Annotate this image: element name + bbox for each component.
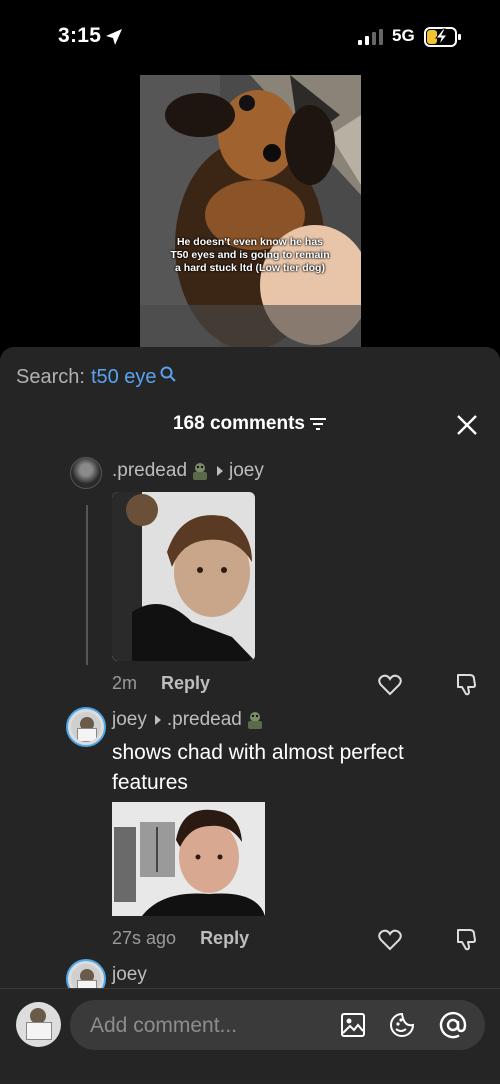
comments-count-header[interactable]: 168 comments [0,413,500,435]
author-name[interactable]: joey [112,709,147,731]
comment-image[interactable] [112,802,265,916]
bot-emoji-icon [193,463,208,480]
avatar-photo [71,712,101,742]
reply-to-name[interactable]: joey [229,460,264,482]
search-term[interactable]: t50 eye [91,366,157,389]
comment-image-photo [112,492,255,661]
avatar[interactable] [70,457,102,489]
comment-image-photo [112,802,265,916]
search-icon [160,366,176,382]
thumbs-down-icon[interactable] [454,672,478,696]
sort-filter-icon[interactable] [309,417,327,431]
reply-button[interactable]: Reply [200,928,249,949]
video-caption: He doesn't even know he has T50 eyes and… [170,236,330,274]
reply-button[interactable]: Reply [161,673,210,694]
image-icon[interactable] [340,1012,366,1038]
close-icon[interactable] [456,414,478,436]
bot-emoji-icon [247,712,262,729]
comment-image[interactable] [112,492,255,661]
video-frame [140,75,361,347]
reply-caret-icon [154,715,161,725]
comment-composer-bar: Add comment... [0,988,500,1084]
status-bar: 3:15 5G [0,0,500,74]
heart-icon[interactable] [378,674,402,696]
thumbs-down-icon[interactable] [454,927,478,951]
author-name[interactable]: joey [112,964,147,986]
comment-time: 27s ago [112,928,177,948]
comment-time: 2m [112,673,138,693]
comment-meta: 27s ago Reply [112,928,249,949]
video-preview[interactable]: He doesn't even know he has T50 eyes and… [140,75,361,347]
search-label: Search: [16,366,85,388]
thread-line [86,505,88,665]
comment-author-row: joey [112,964,147,986]
status-time: 3:15 [58,24,102,47]
comment-input[interactable]: Add comment... [70,1000,485,1050]
avatar[interactable] [66,707,106,747]
comment-text: shows chad with almost perfect features [112,741,404,794]
comments-count: 168 comments [172,413,305,434]
author-name[interactable]: .predead [112,460,187,482]
my-avatar [16,1002,61,1047]
location-arrow-icon [106,29,122,45]
mention-icon[interactable] [439,1011,467,1039]
reply-caret-icon [217,466,224,476]
signal-icon [358,29,383,45]
battery-charging-icon [424,27,461,47]
comments-sheet: Search: t50 eye 168 comments .predead jo… [0,347,500,1084]
comment-input-placeholder: Add comment... [90,1014,238,1037]
search-suggestion[interactable]: Search: t50 eye [16,366,176,389]
emoji-sticker-icon[interactable] [388,1011,416,1039]
comment-author-row: .predead joey [112,460,264,482]
comment-meta: 2m Reply [112,673,210,694]
heart-icon[interactable] [378,929,402,951]
reply-to-name[interactable]: .predead [167,709,242,731]
comment-author-row: joey .predead [112,709,270,731]
network-type: 5G [392,26,415,45]
